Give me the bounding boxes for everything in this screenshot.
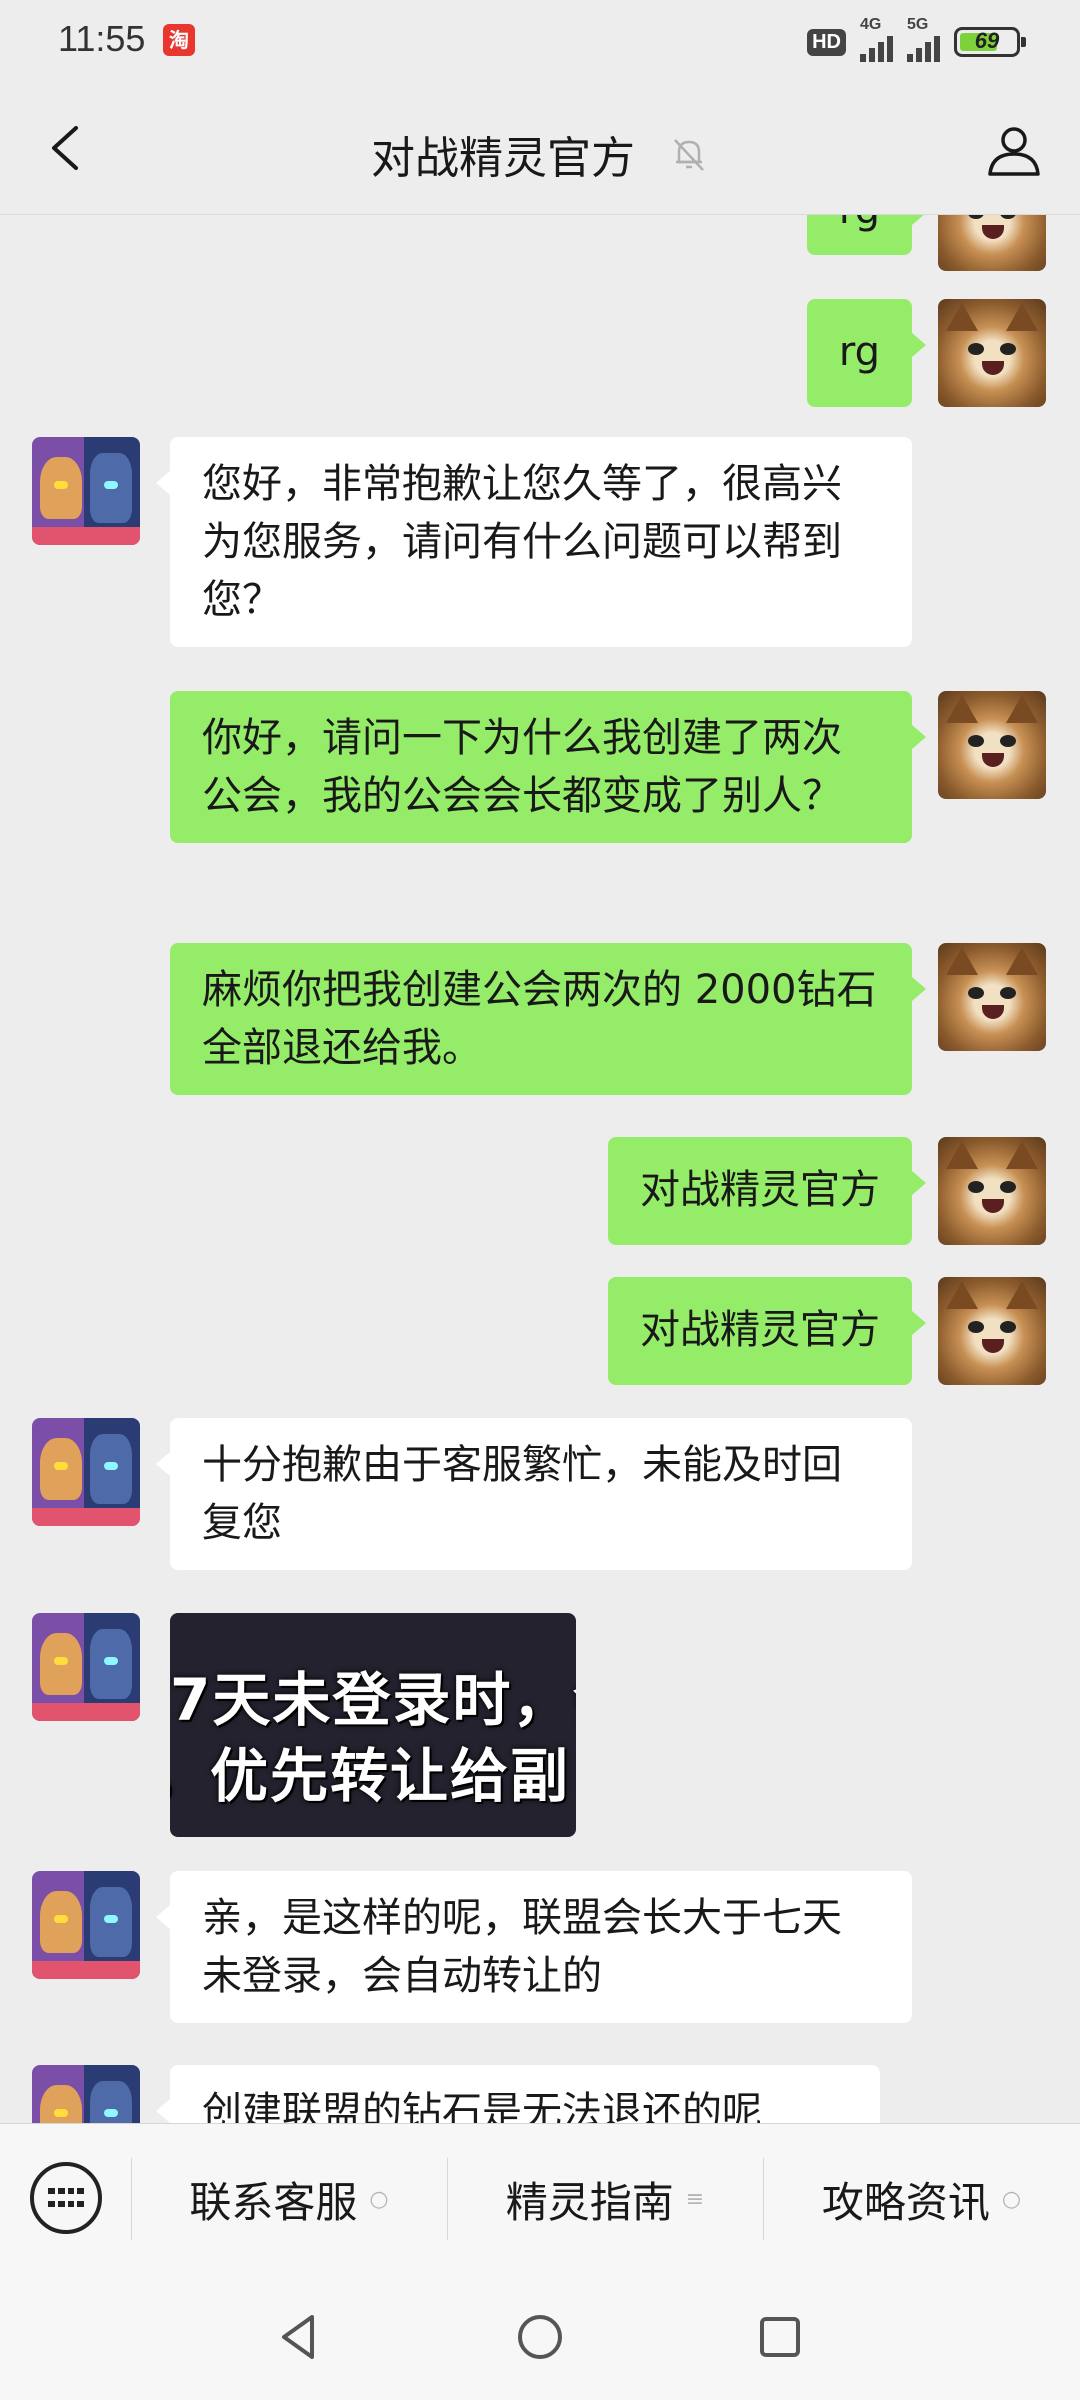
menu-label: 联系客服: [189, 2177, 358, 2227]
menu-sprite-guide[interactable]: 精灵指南 ≡: [447, 2124, 763, 2274]
menu-strategy-news[interactable]: 攻略资讯 ○: [763, 2124, 1080, 2274]
signal-4g-icon: 4G: [860, 16, 893, 62]
battery-percent: 69: [974, 28, 1000, 53]
official-avatar[interactable]: [32, 1871, 140, 1979]
status-bar: 11:55 淘 HD 4G 5G 69: [0, 0, 1080, 84]
submenu-list-icon: ≡: [685, 2186, 705, 2212]
message-bubble-incoming[interactable]: 十分抱歉由于客服繁忙，未能及时回复您: [156, 1418, 912, 1570]
my-avatar[interactable]: [938, 1137, 1046, 1245]
sim1-network-label: 4G: [860, 16, 882, 33]
my-avatar[interactable]: [938, 1277, 1046, 1385]
my-avatar[interactable]: [938, 299, 1046, 407]
system-navigation-bar: [0, 2273, 1080, 2400]
menu-contact-service[interactable]: 联系客服 ○: [131, 2124, 447, 2274]
message-bubble-outgoing[interactable]: rg: [806, 215, 927, 255]
message-bubble-outgoing[interactable]: 你好，请问一下为什么我创建了两次公会，我的公会会长都变成了别人？: [170, 691, 926, 843]
image-message[interactable]: 7天未登录时，会 ，优先转让给副: [170, 1613, 576, 1837]
message-bubble-outgoing[interactable]: 对战精灵官方: [608, 1277, 926, 1385]
nav-back-icon[interactable]: [272, 2309, 328, 2365]
message-bubble-outgoing[interactable]: 对战精灵官方: [608, 1137, 926, 1245]
official-avatar[interactable]: [32, 1418, 140, 1526]
nav-recents-icon[interactable]: [752, 2309, 808, 2365]
hd-voice-icon: HD: [807, 28, 846, 56]
official-avatar[interactable]: [32, 437, 140, 545]
my-avatar[interactable]: [938, 215, 1046, 271]
message-list[interactable]: rg rg 您好，非常抱歉让您久等了，很高兴为您服务，请问有什么问题可以帮到您？…: [0, 215, 1080, 2123]
message-bubble-outgoing[interactable]: rg: [806, 299, 927, 407]
my-avatar[interactable]: [938, 691, 1046, 799]
signal-5g-icon: 5G: [907, 16, 940, 62]
chat-bubble-icon: ○: [369, 2186, 389, 2212]
message-bubble-incoming[interactable]: 亲，是这样的呢，联盟会长大于七天未登录，会自动转让的: [156, 1871, 912, 2023]
official-avatar[interactable]: [32, 2065, 140, 2123]
message-bubble-incoming[interactable]: 创建联盟的钻石是无法退还的呢: [156, 2065, 880, 2123]
service-menu-bar: 联系客服 ○ 精灵指南 ≡ 攻略资讯 ○: [0, 2123, 1080, 2274]
profile-icon[interactable]: [984, 120, 1044, 180]
battery-icon: 69: [954, 27, 1026, 57]
sim2-network-label: 5G: [907, 16, 929, 33]
official-avatar[interactable]: [32, 1613, 140, 1721]
muted-bell-icon: [674, 139, 704, 171]
clock: 11:55: [58, 18, 146, 59]
image-text-line: 7天未登录时，会: [170, 1666, 576, 1734]
my-avatar[interactable]: [938, 943, 1046, 1051]
nav-home-icon[interactable]: [512, 2309, 568, 2365]
menu-label: 精灵指南: [505, 2177, 674, 2227]
page-title: 对战精灵官方: [371, 133, 635, 184]
keyboard-toggle-icon[interactable]: [30, 2162, 102, 2234]
chat-bubble-icon: ○: [1001, 2186, 1022, 2212]
image-text-line: ，优先转让给副: [170, 1742, 571, 1810]
message-bubble-incoming[interactable]: 您好，非常抱歉让您久等了，很高兴为您服务，请问有什么问题可以帮到您？: [156, 437, 912, 647]
chat-header: 对战精灵官方: [0, 84, 1080, 215]
message-bubble-outgoing[interactable]: 麻烦你把我创建公会两次的 2000钻石全部退还给我。: [170, 943, 926, 1095]
taobao-notification-icon: 淘: [163, 24, 195, 56]
menu-label: 攻略资讯: [821, 2177, 990, 2227]
